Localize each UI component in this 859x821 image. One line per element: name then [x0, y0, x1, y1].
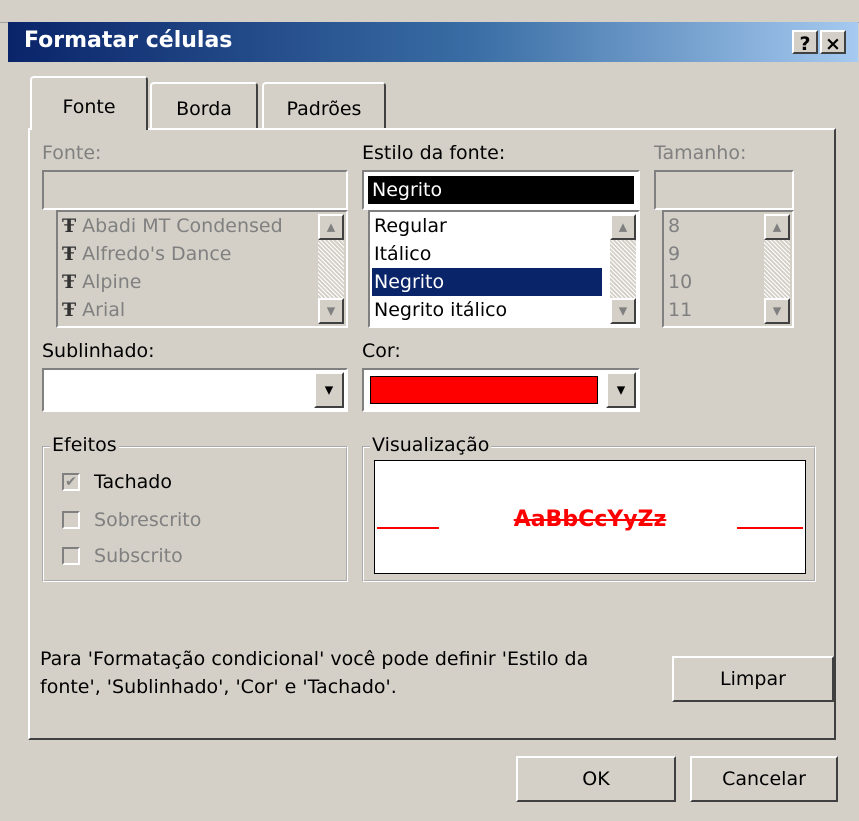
tab-padroes[interactable]: Padrões: [262, 82, 386, 130]
font-list-scrollbar[interactable]: ▲ ▼: [318, 214, 344, 324]
list-item[interactable]: Ŧ Arial: [62, 296, 125, 324]
truetype-font-icon: Ŧ: [62, 215, 77, 237]
ok-button[interactable]: OK: [516, 756, 676, 802]
truetype-font-icon: Ŧ: [62, 271, 77, 293]
checkbox-empty-icon: [62, 510, 80, 529]
list-item[interactable]: Ŧ Alfredo's Dance: [62, 240, 232, 268]
font-label: Fonte:: [42, 142, 102, 164]
list-item[interactable]: Regular: [374, 212, 447, 240]
underline-dropdown-button[interactable]: ▼: [314, 372, 344, 408]
font-list[interactable]: Ŧ Abadi MT Condensed Ŧ Alfredo's Dance Ŧ Al…: [56, 210, 348, 328]
info-text-line1: Para 'Formatação condicional' você pode …: [40, 648, 589, 670]
color-swatch: [370, 376, 598, 404]
help-button[interactable]: ?: [792, 30, 818, 55]
list-item[interactable]: Itálico: [374, 240, 431, 268]
tab-borda-label: Borda: [176, 98, 232, 120]
font-item-label: Alfredo's Dance: [82, 243, 232, 265]
checkmark-icon: ✔: [62, 472, 80, 491]
arrow-down-icon: ▼: [618, 304, 628, 318]
color-dropdown[interactable]: ▼: [362, 368, 640, 412]
scroll-down-button[interactable]: ▼: [764, 298, 790, 324]
close-icon: ×: [825, 33, 841, 55]
tab-padroes-label: Padrões: [286, 98, 362, 120]
subscript-label: Subscrito: [94, 544, 183, 567]
list-item[interactable]: 11: [668, 296, 692, 324]
clear-button[interactable]: Limpar: [672, 656, 834, 702]
style-list[interactable]: Regular Itálico Negrito Negrito itálico …: [368, 210, 640, 328]
background-toolbar-strip: [0, 0, 859, 23]
checkbox-empty-icon: [62, 546, 80, 565]
size-list[interactable]: 8 9 10 11 ▲ ▼: [662, 210, 794, 328]
scroll-up-button[interactable]: ▲: [764, 214, 790, 240]
scroll-up-button[interactable]: ▲: [318, 214, 344, 240]
arrow-up-icon: ▲: [326, 220, 336, 234]
style-input-value: Negrito: [368, 176, 634, 204]
style-list-scrollbar[interactable]: ▲ ▼: [610, 214, 636, 324]
color-label: Cor:: [362, 340, 401, 362]
list-item[interactable]: Ŧ Abadi MT Condensed: [62, 212, 283, 240]
truetype-font-icon: Ŧ: [62, 243, 77, 265]
preview-sample: AaBbCcYyZz: [513, 507, 667, 532]
scroll-down-button[interactable]: ▼: [318, 298, 344, 324]
tab-fonte-label: Fonte: [62, 96, 116, 118]
list-item[interactable]: Negrito itálico: [374, 296, 507, 324]
truetype-font-icon: Ŧ: [62, 299, 77, 321]
font-item-label: Arial: [82, 299, 126, 321]
size-input[interactable]: [654, 170, 794, 210]
tab-borda[interactable]: Borda: [150, 82, 258, 130]
size-label: Tamanho:: [654, 142, 747, 164]
list-item[interactable]: 10: [668, 268, 692, 296]
dialog-title-bar[interactable]: Formatar células ? ×: [8, 22, 858, 62]
style-label: Estilo da fonte:: [362, 142, 506, 164]
subscript-checkbox[interactable]: Subscrito: [62, 544, 183, 567]
strikethrough-checkbox[interactable]: ✔ Tachado: [62, 470, 172, 493]
dialog-title: Formatar células: [24, 28, 233, 53]
info-text-line2: fonte', 'Sublinhado', 'Cor' e 'Tachado'.: [40, 676, 397, 698]
font-item-label: Alpine: [82, 271, 142, 293]
font-item-label: Abadi MT Condensed: [82, 215, 283, 237]
style-input[interactable]: Negrito: [362, 170, 640, 210]
size-list-scrollbar[interactable]: ▲ ▼: [764, 214, 790, 324]
underline-dropdown[interactable]: ▼: [42, 368, 348, 412]
effects-title: Efeitos: [50, 434, 119, 456]
strikethrough-label: Tachado: [94, 470, 172, 493]
chevron-down-icon: ▼: [324, 383, 334, 397]
superscript-checkbox[interactable]: Sobrescrito: [62, 508, 201, 531]
list-item-selected[interactable]: Negrito: [372, 268, 602, 296]
arrow-down-icon: ▼: [326, 304, 336, 318]
scroll-down-button[interactable]: ▼: [610, 298, 636, 324]
preview-box: AaBbCcYyZz: [374, 460, 806, 574]
preview-title: Visualização: [370, 434, 492, 456]
list-item[interactable]: 9: [668, 240, 680, 268]
color-dropdown-button[interactable]: ▼: [606, 372, 636, 408]
list-item[interactable]: Ŧ Alpine: [62, 268, 142, 296]
cancel-button[interactable]: Cancelar: [690, 756, 838, 802]
font-input[interactable]: [42, 170, 348, 210]
chevron-down-icon: ▼: [616, 383, 626, 397]
tab-fonte[interactable]: Fonte: [30, 76, 148, 130]
underline-label: Sublinhado:: [42, 340, 155, 362]
help-icon: ?: [799, 33, 811, 55]
arrow-up-icon: ▲: [618, 220, 628, 234]
list-item[interactable]: 8: [668, 212, 680, 240]
close-button[interactable]: ×: [820, 30, 846, 55]
arrow-down-icon: ▼: [772, 304, 782, 318]
superscript-label: Sobrescrito: [94, 508, 202, 531]
arrow-up-icon: ▲: [772, 220, 782, 234]
scroll-up-button[interactable]: ▲: [610, 214, 636, 240]
